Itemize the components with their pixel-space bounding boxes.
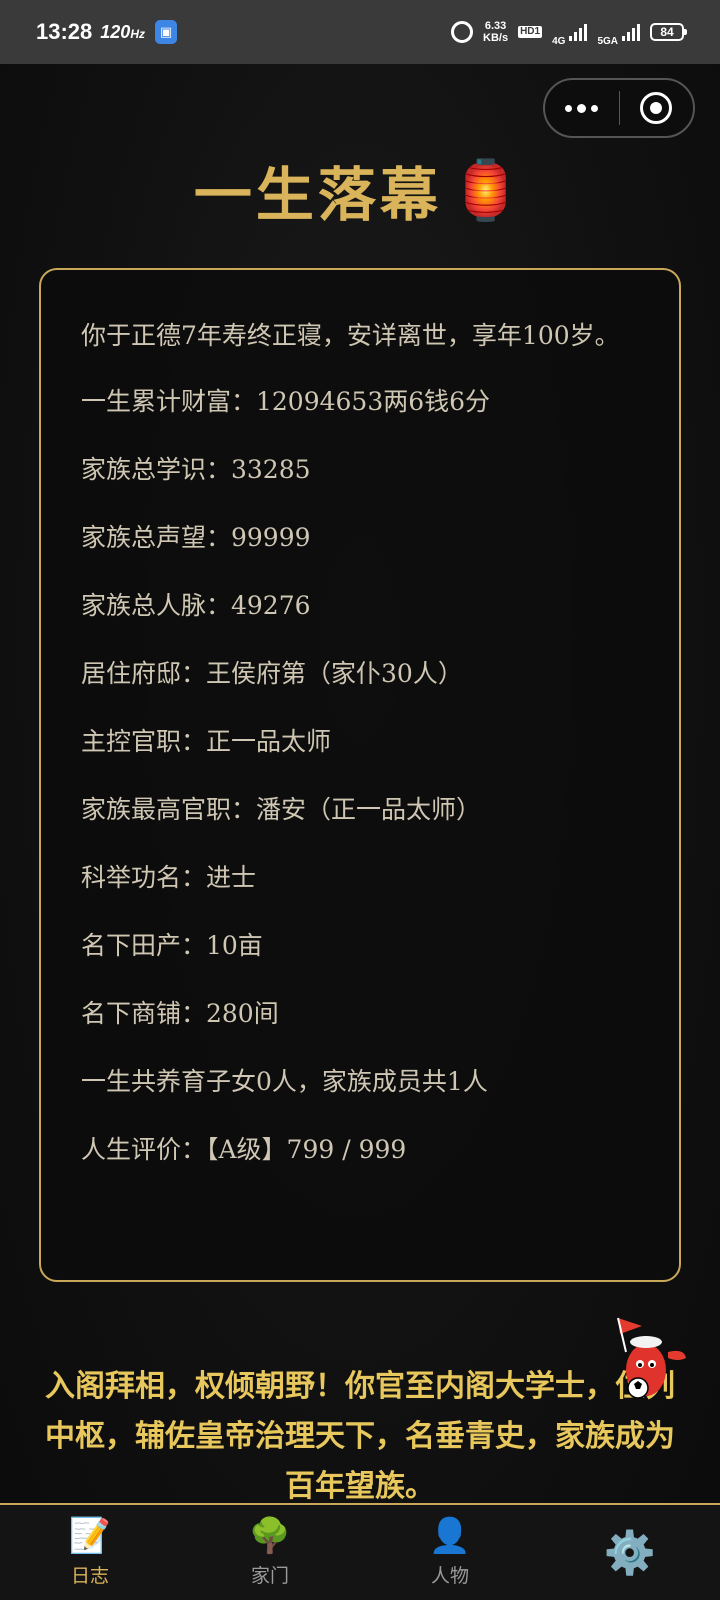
bottom-tab-bar: 📝 日志 🌳 家门 👤 人物 ⚙️: [0, 1503, 720, 1600]
network-speed: 6.33 KB/s: [483, 20, 509, 44]
page-title: 一生落幕: [193, 161, 442, 229]
life-rating: 人生评价：【A级】799 / 999: [81, 1135, 407, 1164]
death-summary: 你于正德7年寿终正寝，安详离世，享年100岁。: [81, 321, 620, 350]
tab-family[interactable]: 🌳 家门: [180, 1505, 360, 1600]
tab-label-log: 日志: [70, 1565, 109, 1587]
tab-characters[interactable]: 👤 人物: [360, 1505, 540, 1600]
family-members: 一生共养育子女0人，家族成员共1人: [81, 1067, 488, 1096]
refresh-rate: 120Hz: [100, 21, 145, 42]
total-wealth: 一生累计财富：12094653两6钱6分: [81, 387, 491, 416]
battery-level: 84: [660, 25, 674, 39]
tab-label-characters: 人物: [430, 1565, 469, 1587]
shops: 名下商铺：280间: [81, 999, 279, 1028]
highest-office: 家族最高官职：潘安（正一品太师）: [81, 795, 482, 824]
status-time: 13:28: [36, 19, 93, 44]
family-prestige: 家族总声望：99999: [81, 523, 311, 552]
network-type-5ga: 5GA: [597, 35, 618, 47]
more-options-button[interactable]: [545, 80, 619, 136]
status-bar: 13:28 120Hz ▣ 6.33 KB/s HD1 4G 5GA 84: [0, 0, 720, 64]
target-close-icon: [640, 92, 673, 124]
tab-label-family: 家门: [250, 1565, 289, 1587]
family-knowledge: 家族总学识：33285: [81, 455, 311, 484]
screen: 13:28 120Hz ▣ 6.33 KB/s HD1 4G 5GA 84 一生落…: [0, 0, 720, 1600]
memo-icon: 📝: [68, 1516, 112, 1556]
tab-settings[interactable]: ⚙️: [540, 1505, 720, 1600]
signal-icon: [569, 23, 588, 41]
life-summary-card: 你于正德7年寿终正寝，安详离世，享年100岁。 一生累计财富：12094653两…: [39, 268, 681, 1282]
family-connections: 家族总人脉：49276: [81, 591, 311, 620]
main-office: 主控官职：正一品太师: [81, 727, 332, 756]
person-icon: 👤: [428, 1516, 472, 1556]
lantern-icon: 🏮: [449, 155, 527, 224]
residence: 居住府邸：王侯府第（家仆30人）: [81, 659, 463, 688]
alarm-icon: [451, 21, 474, 43]
farmland: 名下田产：10亩: [81, 931, 263, 960]
mascot-sticker[interactable]: [612, 1312, 692, 1412]
more-dots-icon: [565, 104, 573, 112]
tree-icon: 🌳: [248, 1516, 292, 1556]
app-notification-icon: ▣: [155, 20, 177, 44]
signal-icon-2: [622, 23, 640, 41]
network-type-4g: 4G: [552, 35, 566, 47]
title-row: 一生落幕 🏮: [0, 148, 720, 232]
battery-icon: 84: [650, 23, 687, 41]
hd-icon: HD1: [518, 26, 543, 38]
ending-text: 入阁拜相，权倾朝野！你官至内阁大学士，位列中枢，辅佐皇帝治理天下，名垂青史，家族…: [45, 1369, 675, 1504]
status-icons: 6.33 KB/s HD1 4G 5GA 84: [451, 18, 687, 47]
tab-log[interactable]: 📝 日志: [0, 1505, 180, 1600]
close-miniprogram-button[interactable]: [620, 80, 694, 136]
gear-icon: ⚙️: [603, 1527, 657, 1577]
exam-rank: 科举功名：进士: [81, 863, 257, 892]
mini-program-capsule: [543, 78, 695, 138]
